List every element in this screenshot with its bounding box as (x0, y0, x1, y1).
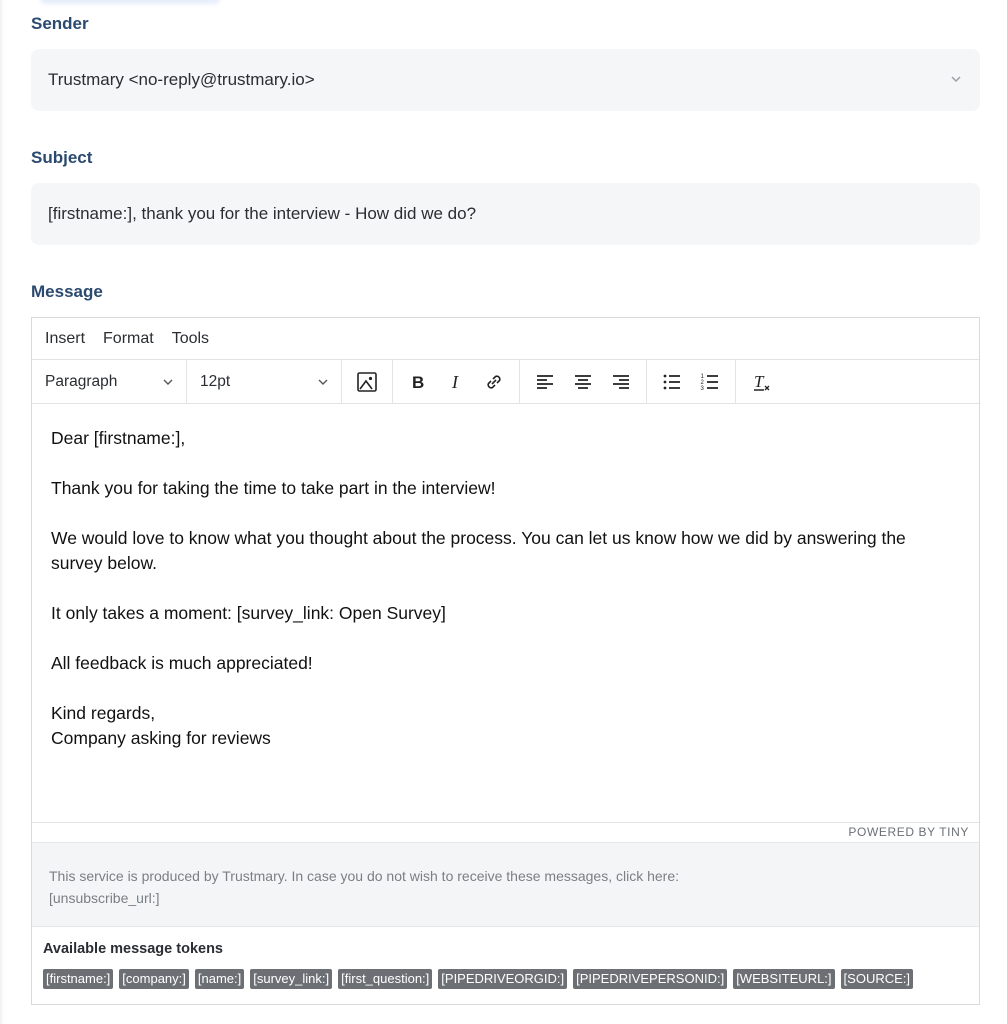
menu-tools[interactable]: Tools (172, 330, 209, 348)
menu-insert[interactable]: Insert (45, 330, 85, 348)
font-size-select[interactable]: 12pt (187, 359, 342, 404)
token-website-url[interactable]: [WEBSITEURL:] (733, 969, 835, 989)
font-size-value: 12pt (200, 372, 231, 390)
message-label: Message (31, 282, 103, 301)
token-firstname[interactable]: [firstname:] (43, 969, 114, 989)
token-survey-link[interactable]: [survey_link:] (250, 969, 333, 989)
token-list: [firstname:] [company:] [name:] [survey_… (43, 969, 968, 989)
body-paragraph: Thank you for taking the time to take pa… (51, 478, 496, 498)
subject-input[interactable]: [firstname:], thank you for the intervie… (31, 183, 980, 245)
numbered-list-icon: 1 2 3 (701, 374, 718, 392)
insert-image-button[interactable] (350, 365, 384, 399)
unsubscribe-footer: This service is produced by Trustmary. I… (32, 842, 979, 927)
editor-content[interactable]: Dear [firstname:], Thank you for taking … (32, 404, 979, 822)
toolbar-group-image (342, 359, 393, 404)
rich-text-editor: Insert Format Tools Paragraph 12pt B I 1… (31, 317, 980, 1005)
token-company[interactable]: [company:] (119, 969, 189, 989)
page-edge (0, 0, 4, 1024)
align-left-button[interactable] (528, 365, 562, 399)
svg-text:I: I (451, 372, 459, 392)
token-first-question[interactable]: [first_question:] (338, 969, 433, 989)
subject-label: Subject (31, 148, 93, 167)
body-paragraph: Company asking for reviews (51, 728, 271, 748)
tokens-title: Available message tokens (43, 941, 223, 957)
image-icon (357, 371, 377, 392)
italic-button[interactable]: I (439, 365, 473, 399)
body-paragraph: All feedback is much appreciated! (51, 653, 313, 673)
toolbar-group-clear: T (736, 360, 786, 404)
subject-value: [firstname:], thank you for the intervie… (48, 204, 477, 223)
clear-formatting-button[interactable]: T (744, 365, 778, 399)
link-button[interactable] (477, 365, 511, 399)
link-icon (487, 374, 501, 389)
body-paragraph: Kind regards, (51, 703, 156, 723)
svg-text:3: 3 (701, 386, 705, 392)
bullet-list-button[interactable] (655, 365, 689, 399)
footer-text: This service is produced by Trustmary. I… (49, 868, 680, 884)
chevron-down-icon (951, 76, 961, 83)
align-center-icon (575, 374, 591, 389)
chevron-down-icon (318, 379, 328, 385)
toolbar-group-lists: 1 2 3 (647, 359, 736, 404)
editor-toolbar: Paragraph 12pt B I 1 2 3 T (32, 359, 979, 404)
svg-text:T: T (754, 372, 765, 391)
sender-select[interactable]: Trustmary <no-reply@trustmary.io> (31, 49, 980, 111)
editor-menubar: Insert Format Tools (32, 318, 979, 360)
editor-statusbar: POWERED BY TINY (32, 822, 979, 842)
unsubscribe-token: [unsubscribe_url:] (49, 890, 160, 906)
align-right-icon (613, 374, 629, 389)
body-paragraph: We would love to know what you thought a… (51, 528, 906, 573)
bold-icon: B (412, 373, 424, 392)
sender-label: Sender (31, 14, 89, 33)
powered-by-label[interactable]: POWERED BY TINY (848, 825, 969, 839)
toolbar-group-text: B I (393, 359, 520, 404)
bullet-list-icon (663, 374, 680, 389)
token-name[interactable]: [name:] (194, 969, 245, 989)
toolbar-group-align (520, 359, 647, 404)
numbered-list-button[interactable]: 1 2 3 (693, 365, 727, 399)
scroll-hint (40, 0, 220, 4)
token-pipedrive-org-id[interactable]: [PIPEDRIVEORGID:] (438, 969, 568, 989)
token-source[interactable]: [SOURCE:] (840, 969, 914, 989)
bold-button[interactable]: B (401, 365, 435, 399)
body-paragraph: Dear [firstname:], (51, 428, 186, 448)
align-center-button[interactable] (566, 365, 600, 399)
svg-text:B: B (412, 373, 424, 392)
token-pipedrive-person-id[interactable]: [PIPEDRIVEPERSONID:] (573, 969, 728, 989)
chevron-down-icon (163, 379, 173, 385)
italic-icon: I (451, 372, 459, 392)
message-tokens-panel: Available message tokens [firstname:] [c… (32, 927, 979, 1005)
body-paragraph: It only takes a moment: [survey_link: Op… (51, 603, 446, 623)
block-format-value: Paragraph (45, 372, 118, 390)
clear-formatting-icon: T (754, 372, 770, 391)
align-left-icon (537, 374, 553, 389)
block-format-select[interactable]: Paragraph (32, 359, 187, 404)
align-right-button[interactable] (604, 365, 638, 399)
menu-format[interactable]: Format (103, 330, 154, 348)
sender-value: Trustmary <no-reply@trustmary.io> (48, 70, 315, 89)
